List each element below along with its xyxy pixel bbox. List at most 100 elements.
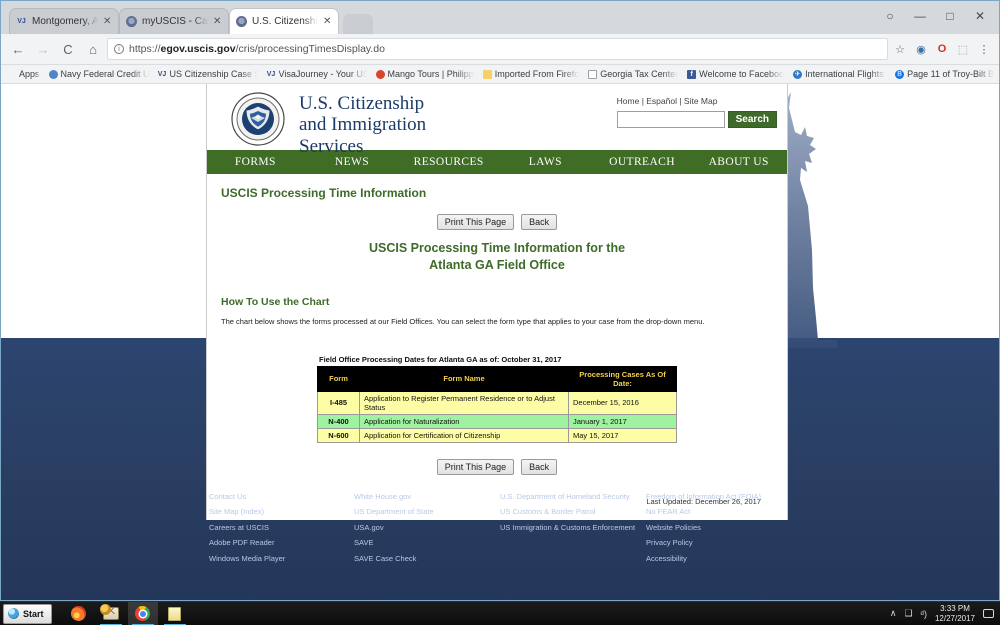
processing-table-wrapper: Field Office Processing Dates for Atlant… [317,354,677,443]
footer-link[interactable]: Contact Us [209,489,354,504]
chrome-menu-icon[interactable]: ⋮ [975,43,993,56]
taskbar-app-firefox[interactable] [64,602,94,625]
footer-link[interactable]: Freedom of Information Act (FOIA) [646,489,786,504]
network-icon[interactable]: ❑ [904,608,912,619]
close-icon[interactable]: ✕ [213,16,222,27]
cell-processing-date: December 15, 2016 [568,390,677,415]
bookmark-star-icon[interactable]: ☆ [891,43,909,56]
nav-item-laws[interactable]: LAWS [497,156,594,168]
bookmark-imported-from-firefox[interactable]: Imported From Firefo [482,69,579,79]
windows-taskbar: Start ∧ ❑ ᵈ) 3:33 PM 12/27/2017 [0,601,1000,625]
footer-link[interactable]: Adobe PDF Reader [209,535,354,550]
globe-icon [48,69,58,79]
maximize-button[interactable]: □ [935,3,965,29]
bookmark-georgia-tax-center[interactable]: Georgia Tax Center [588,69,678,79]
close-window-button[interactable]: ✕ [965,3,995,29]
opera-extension-icon[interactable]: O [933,43,951,55]
footer-link[interactable]: SAVE Case Check [354,551,500,566]
cell-form-name: Application to Register Permanent Reside… [359,390,569,415]
minimize-button[interactable]: — [905,3,935,29]
bookmark-mango-tours[interactable]: Mango Tours | Philipp [375,69,474,79]
nav-item-forms[interactable]: FORMS [207,156,304,168]
footer-link[interactable]: USA.gov [354,520,500,535]
browser-tab-3-active[interactable]: U.S. Citizenship and Imm ✕ [229,8,339,34]
search-input[interactable] [616,111,725,128]
profile-icon[interactable]: ○ [875,3,905,29]
taskbar-app-chrome[interactable] [127,601,158,625]
start-button[interactable]: Start [3,603,52,624]
taskbar-apps [64,601,190,625]
nav-item-outreach[interactable]: OUTREACH [594,156,691,168]
bookmark-international-flights[interactable]: ✈ International Flights: [793,69,886,79]
flights-icon: ✈ [793,69,803,79]
site-info-icon[interactable]: i [114,44,124,54]
mail-icon [99,604,119,620]
footer-link[interactable]: US Immigration & Customs Enforcement [500,520,646,535]
brand-line-3: Services [299,135,364,157]
cell-form: N-400 [317,413,360,429]
camera-extension-icon[interactable]: ◉ [912,43,930,56]
bookmark-us-citizenship-case[interactable]: VJ US Citizenship Case S [158,69,258,79]
footer-link[interactable]: SAVE [354,535,500,550]
volume-icon[interactable]: ᵈ) [921,609,927,619]
footer-link[interactable]: US Department of State [354,504,500,519]
print-this-page-button[interactable]: Print This Page [436,214,515,230]
footer-link[interactable]: Website Policies [646,520,786,535]
forward-button[interactable]: → [32,42,54,57]
search-row: Search [616,111,777,128]
footer-link[interactable]: White House.gov [354,489,500,504]
footer-link[interactable]: U.S. Department of Homeland Security [500,489,646,504]
vj-icon: VJ [17,18,26,25]
bookmark-navy-federal[interactable]: Navy Federal Credit U [48,69,149,79]
nav-item-resources[interactable]: RESOURCES [400,156,497,168]
back-button[interactable]: ← [7,42,29,57]
office-heading: USCIS Processing Time Information for th… [221,240,773,274]
nav-item-news[interactable]: NEWS [304,156,401,168]
site-footer: Contact Us Site Map (Index) Careers at U… [206,469,788,566]
browser-toolbar: ← → C ⌂ i https://egov.uscis.gov/cris/pr… [1,34,999,65]
firefox-icon [71,606,87,621]
bookmark-apps[interactable]: Apps [7,69,40,79]
clock[interactable]: 3:33 PM 12/27/2017 [935,604,975,624]
back-button-top[interactable]: Back [521,214,558,230]
search-button[interactable]: Search [727,111,777,128]
browser-tab-1[interactable]: VJ Montgomery, Alabama F ✕ [9,8,119,34]
address-bar[interactable]: i https://egov.uscis.gov/cris/processing… [107,38,888,60]
bookmark-troy-bilt[interactable]: B Page 11 of Troy-Bilt B [895,69,994,79]
close-icon[interactable]: ✕ [103,16,112,27]
how-to-use-text: The chart below shows the forms processe… [221,316,705,326]
pdf-extension-icon[interactable]: ⬚ [954,43,972,56]
footer-link[interactable]: Privacy Policy [646,535,786,550]
home-button[interactable]: ⌂ [82,42,104,57]
footer-link[interactable]: Accessibility [646,551,786,566]
footer-link[interactable]: Careers at USCIS [209,520,354,535]
close-icon[interactable]: ✕ [323,16,332,27]
browser-tab-2[interactable]: myUSCIS - Case Status S ✕ [119,8,229,34]
footer-link[interactable]: US Customs & Border Patrol [500,504,646,519]
link-home[interactable]: Home [617,96,640,106]
notifications-icon[interactable] [983,609,994,618]
start-label: Start [23,608,44,619]
vj-icon: VJ [157,70,167,78]
new-tab-button[interactable] [343,14,373,34]
cell-processing-date: January 1, 2017 [568,413,677,429]
bookmark-visajourney[interactable]: VJ VisaJourney - Your US [267,69,367,79]
table-row: N-600 Application for Certification of C… [317,427,677,443]
link-espanol[interactable]: Español [646,96,677,106]
footer-link[interactable]: Site Map (Index) [209,504,354,519]
bookmark-label: US Citizenship Case S [169,69,258,79]
apps-grid-icon [7,70,16,79]
footer-link[interactable]: Windows Media Player [209,551,354,566]
taskbar-app-notepad[interactable] [160,602,190,625]
link-site-map[interactable]: Site Map [684,96,718,106]
bookmark-facebook[interactable]: f Welcome to Faceboo [687,69,784,79]
nav-item-about-us[interactable]: ABOUT US [690,156,787,168]
chevron-up-icon[interactable]: ∧ [890,608,897,619]
footer-link[interactable]: No FEAR Act [646,504,786,519]
column-header-form-name: Form Name [359,365,569,392]
bookmark-label: Welcome to Faceboo [699,69,785,79]
reload-button[interactable]: C [57,42,79,57]
cell-processing-date: May 15, 2017 [568,427,677,443]
taskbar-app-mail[interactable] [96,602,126,625]
site-masthead: U.S. Citizenship and Immigration Service… [207,84,787,157]
